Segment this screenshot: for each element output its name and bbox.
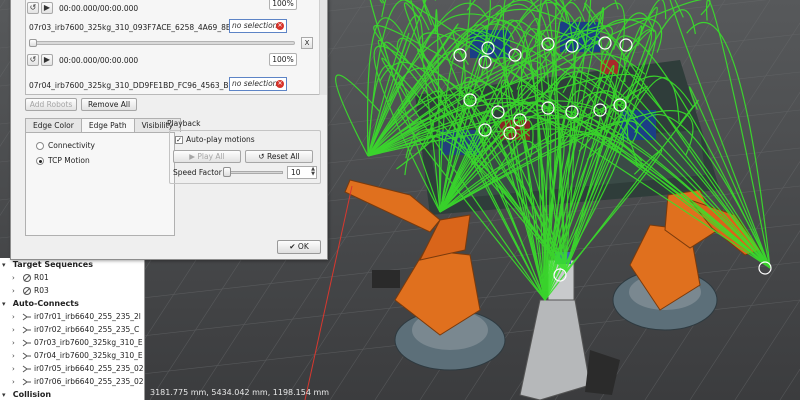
play-all-label: Play All bbox=[197, 152, 225, 161]
motion-playback-dialog[interactable]: ↺ ▶ 00:00.000/00:00.000 100% 07r03_irb76… bbox=[10, 0, 328, 260]
selection-label: no selection bbox=[232, 21, 278, 30]
collapsed-arrow-icon[interactable]: › bbox=[12, 363, 20, 375]
connectivity-radio[interactable] bbox=[36, 141, 44, 150]
auto-connect-icon bbox=[22, 351, 32, 361]
tree-item-auto-connect[interactable]: › ir07r01_irb6640_255_235_2l bbox=[0, 310, 144, 323]
tree-item-label: ir07r02_irb6640_255_235_C bbox=[34, 324, 140, 334]
tree-section-label: Target Sequences bbox=[12, 260, 93, 269]
collapsed-arrow-icon[interactable]: › bbox=[12, 376, 20, 388]
progress-percent[interactable]: 100% bbox=[269, 53, 297, 66]
collapsed-arrow-icon[interactable]: › bbox=[12, 350, 20, 362]
play-button[interactable]: ▶ bbox=[41, 2, 53, 14]
expanded-arrow-icon[interactable]: ▾ bbox=[2, 299, 10, 310]
auto-connect-icon bbox=[22, 312, 32, 322]
speed-factor-spinbox[interactable]: 10 ▲ ▼ bbox=[287, 166, 317, 179]
auto-play-option[interactable]: ✓ Auto-play motions bbox=[175, 135, 255, 144]
speed-slider-handle[interactable] bbox=[223, 167, 231, 177]
tree-item-auto-connect[interactable]: › 07r03_irb7600_325kg_310_E bbox=[0, 336, 144, 349]
tree-item-label: R03 bbox=[34, 285, 49, 295]
selection-field[interactable]: no selection ✕ bbox=[229, 77, 287, 91]
play-all-button[interactable]: ▶ Play All bbox=[173, 150, 241, 163]
clear-selection-icon[interactable]: ✕ bbox=[276, 22, 284, 30]
tree-section-auto-connects[interactable]: ▾ Auto-Connects bbox=[0, 297, 144, 310]
tree-item-label: R01 bbox=[34, 272, 49, 282]
collapsed-arrow-icon[interactable]: › bbox=[12, 285, 20, 297]
tree-item-auto-connect[interactable]: › ir07r06_irb6640_255_235_02 bbox=[0, 375, 144, 388]
tree-item-auto-connect[interactable]: › ir07r02_irb6640_255_235_C bbox=[0, 323, 144, 336]
collapsed-arrow-icon[interactable]: › bbox=[12, 311, 20, 323]
edge-path-panel: Connectivity TCP Motion bbox=[25, 132, 175, 236]
ok-label: OK bbox=[297, 242, 309, 251]
clear-selection-icon[interactable]: ✕ bbox=[276, 80, 284, 88]
timeline-slider-handle[interactable] bbox=[29, 39, 37, 47]
rewind-button[interactable]: ↺ bbox=[27, 2, 39, 14]
reset-all-button[interactable]: ↺ Reset All bbox=[245, 150, 313, 163]
connectivity-option[interactable]: Connectivity bbox=[36, 141, 95, 150]
speed-factor-value: 10 bbox=[291, 168, 301, 177]
sequence-name: 07r04_irb7600_325kg_310_DD9FE1BD_FC96_45… bbox=[29, 81, 248, 90]
playback-group-title: Playback bbox=[167, 119, 201, 128]
tree-item-label: ir07r05_irb6640_255_235_02 bbox=[34, 363, 144, 373]
add-robots-button[interactable]: Add Robots bbox=[25, 98, 77, 111]
play-button[interactable]: ▶ bbox=[41, 54, 53, 66]
tree-item-r01[interactable]: › R01 bbox=[0, 271, 144, 284]
tcp-motion-label: TCP Motion bbox=[48, 156, 90, 165]
tree-item-r03[interactable]: › R03 bbox=[0, 284, 144, 297]
auto-connect-icon bbox=[22, 377, 32, 387]
ok-button[interactable]: ✔ OK bbox=[277, 240, 321, 254]
tcp-motion-option[interactable]: TCP Motion bbox=[36, 156, 90, 165]
rewind-button[interactable]: ↺ bbox=[27, 54, 39, 66]
connectivity-label: Connectivity bbox=[48, 141, 95, 150]
expanded-arrow-icon[interactable]: ▾ bbox=[2, 390, 10, 400]
tree-section-label: Auto-Connects bbox=[12, 299, 79, 308]
coordinate-readout: 3181.775 mm, 5434.042 mm, 1198.154 mm bbox=[150, 388, 330, 397]
timeline-slider-track[interactable] bbox=[29, 41, 295, 45]
list-scrollbar[interactable] bbox=[319, 0, 327, 95]
progress-percent[interactable]: 100% bbox=[269, 0, 297, 10]
auto-play-label: Auto-play motions bbox=[186, 135, 255, 144]
tcp-motion-radio[interactable] bbox=[36, 156, 44, 165]
auto-play-checkbox[interactable]: ✓ bbox=[175, 135, 183, 144]
reset-all-label: Reset All bbox=[267, 152, 300, 161]
auto-connect-icon bbox=[22, 364, 32, 374]
tree-section-collision[interactable]: ▾ Collision bbox=[0, 388, 144, 400]
collapsed-arrow-icon[interactable]: › bbox=[12, 337, 20, 349]
spin-arrows-icon[interactable]: ▲ ▼ bbox=[311, 167, 315, 177]
tree-item-label: ir07r06_irb6640_255_235_02 bbox=[34, 376, 144, 386]
ok-icon: ✔ bbox=[289, 242, 298, 251]
sequence-icon bbox=[22, 286, 32, 296]
collapsed-arrow-icon[interactable]: › bbox=[12, 324, 20, 336]
expanded-arrow-icon[interactable]: ▾ bbox=[2, 260, 10, 271]
remove-robot-button[interactable]: X bbox=[301, 37, 313, 49]
scene-tree[interactable]: ▾ Target Sequences › R01 › R03 ▾ Auto-Co… bbox=[0, 258, 145, 400]
tab-edge-path[interactable]: Edge Path bbox=[80, 118, 135, 133]
tree-item-auto-connect[interactable]: › ir07r05_irb6640_255_235_02 bbox=[0, 362, 144, 375]
selection-field[interactable]: no selection ✕ bbox=[229, 19, 287, 33]
speed-factor-label: Speed Factor bbox=[173, 168, 222, 177]
tab-edge-color[interactable]: Edge Color bbox=[25, 118, 82, 132]
auto-connect-icon bbox=[22, 325, 32, 335]
time-readout: 00:00.000/00:00.000 bbox=[59, 55, 139, 65]
sequence-name: 07r03_irb7600_325kg_310_093F7ACE_6258_4A… bbox=[29, 23, 245, 32]
auto-connect-icon bbox=[22, 338, 32, 348]
tree-item-label: 07r03_irb7600_325kg_310_E bbox=[34, 337, 143, 347]
playback-row: ↺ ▶ 00:00.000/00:00.000 bbox=[27, 1, 138, 15]
selection-label: no selection bbox=[232, 79, 278, 88]
playback-row: ↺ ▶ 00:00.000/00:00.000 bbox=[27, 53, 138, 67]
time-readout: 00:00.000/00:00.000 bbox=[59, 3, 139, 13]
tree-item-auto-connect[interactable]: › 07r04_irb7600_325kg_310_E bbox=[0, 349, 144, 362]
reset-icon: ↺ bbox=[258, 152, 268, 161]
speed-slider-track[interactable] bbox=[223, 171, 283, 174]
tree-item-label: ir07r01_irb6640_255_235_2l bbox=[34, 311, 141, 321]
tree-section-label: Collision bbox=[12, 390, 52, 399]
collapsed-arrow-icon[interactable]: › bbox=[12, 272, 20, 284]
tree-item-label: 07r04_irb7600_325kg_310_E bbox=[34, 350, 143, 360]
remove-all-button[interactable]: Remove All bbox=[81, 98, 137, 111]
sequence-icon bbox=[22, 273, 32, 283]
view-tabs: Edge Color Edge Path Visibility bbox=[25, 118, 182, 133]
